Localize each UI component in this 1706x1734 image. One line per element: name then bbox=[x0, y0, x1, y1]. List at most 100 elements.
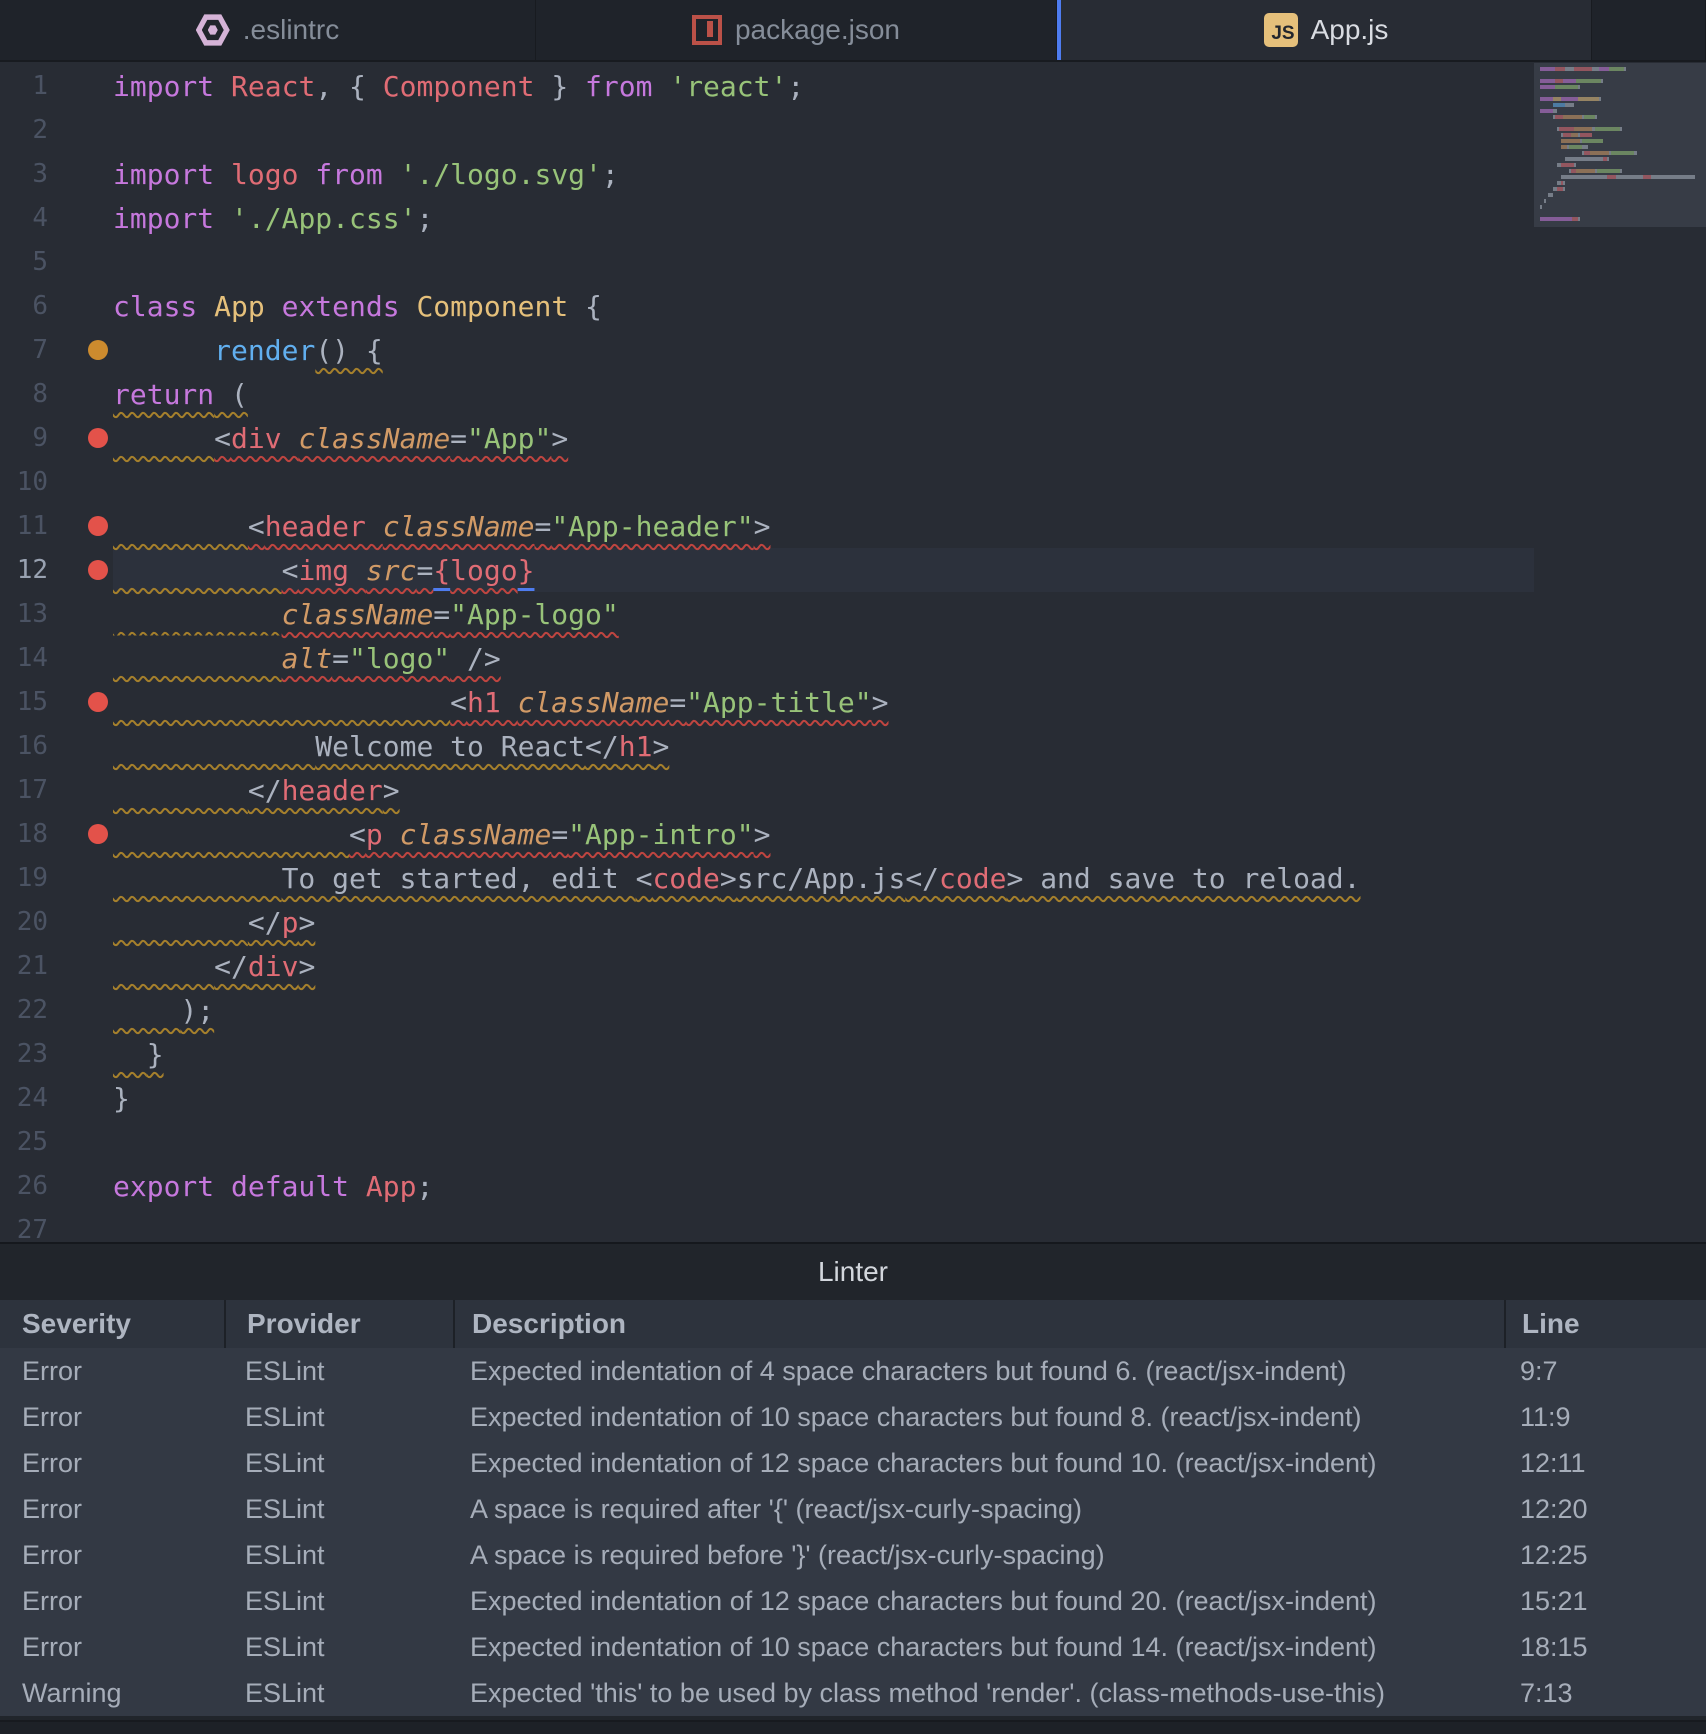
gutter-spacer bbox=[88, 164, 108, 184]
code-line[interactable]: 19 To get started, edit < code > src/App.js… bbox=[0, 856, 1534, 900]
severity-cell: Warning bbox=[22, 1677, 122, 1708]
gutter-spacer bbox=[88, 76, 108, 96]
code-text: } bbox=[146, 1037, 164, 1071]
provider-cell: ESLint bbox=[245, 1631, 325, 1662]
code-line[interactable]: 15 < h1 className = "App-title" > bbox=[0, 680, 1534, 724]
line-number: 22 bbox=[16, 995, 48, 1025]
provider-cell: ESLint bbox=[245, 1493, 325, 1524]
code-line[interactable]: 24} bbox=[0, 1076, 1534, 1120]
tab-label: .eslintrc bbox=[242, 14, 340, 45]
severity-cell: Error bbox=[22, 1493, 82, 1524]
linter-row[interactable]: Warning ESLint Expected 'this' to be used … bbox=[0, 1670, 1706, 1716]
severity-cell: Error bbox=[22, 1355, 82, 1386]
code-line[interactable]: 26 export default App; bbox=[0, 1164, 1534, 1208]
linter-row[interactable]: Error ESLint Expected indentation of 12 sp… bbox=[0, 1440, 1706, 1486]
line-number: 6 bbox=[32, 291, 48, 321]
code-line[interactable]: 27 bbox=[0, 1208, 1534, 1242]
minimap-line bbox=[1540, 222, 1695, 228]
minimap[interactable] bbox=[1534, 62, 1706, 1242]
code-line[interactable]: 17 </header > bbox=[0, 768, 1534, 812]
tab-label: package.json bbox=[734, 14, 900, 45]
tab-package-json[interactable]: package.json bbox=[536, 0, 1057, 60]
code-text: </div > bbox=[214, 949, 316, 983]
column-header-severity[interactable]: Severity bbox=[0, 1300, 224, 1348]
tab-bar: .eslintrc package.json JS App.js bbox=[0, 0, 1706, 62]
linter-row[interactable]: Error ESLint Expected indentation of 10 sp… bbox=[0, 1394, 1706, 1440]
code-line[interactable]: 20 </p > bbox=[0, 900, 1534, 944]
line-number: 11 bbox=[16, 511, 48, 541]
provider-cell: ESLint bbox=[245, 1355, 325, 1386]
linter-row[interactable]: Error ESLint Expected indentation of 4 spa… bbox=[0, 1348, 1706, 1394]
code-line[interactable]: 4 import './App.css'; bbox=[0, 196, 1534, 240]
column-header-provider[interactable]: Provider bbox=[224, 1300, 453, 1348]
severity-cell: Error bbox=[22, 1539, 82, 1570]
gutter-spacer bbox=[88, 1044, 108, 1064]
code-text: import logo from './logo.svg'; bbox=[113, 157, 619, 191]
provider-cell: ESLint bbox=[245, 1401, 325, 1432]
code-text: < p className = "App-intro" > bbox=[349, 817, 771, 851]
linter-row[interactable]: Error ESLint Expected indentation of 10 sp… bbox=[0, 1624, 1706, 1670]
gutter-spacer bbox=[88, 384, 108, 404]
code-text: return ( bbox=[113, 377, 248, 411]
code-line[interactable]: 5 bbox=[0, 240, 1534, 284]
code-line[interactable]: 2 bbox=[0, 108, 1534, 152]
code-line[interactable]: 21 </div > bbox=[0, 944, 1534, 988]
code-line[interactable]: 25 bbox=[0, 1120, 1534, 1164]
error-dot-icon bbox=[88, 428, 108, 448]
line-number: 17 bbox=[16, 775, 48, 805]
line-number: 5 bbox=[32, 247, 48, 277]
linter-row[interactable]: Error ESLint Expected indentation of 12 sp… bbox=[0, 1578, 1706, 1624]
code-line[interactable]: 9 < div className = "App" > bbox=[0, 416, 1534, 460]
provider-cell: ESLint bbox=[245, 1677, 325, 1708]
code-line[interactable]: 13 className = "App-logo" bbox=[0, 592, 1534, 636]
code-line[interactable]: 7 render() { bbox=[0, 328, 1534, 372]
linter-table-header: Severity Provider Description Line bbox=[0, 1300, 1706, 1348]
tab-eslintrc[interactable]: .eslintrc bbox=[0, 0, 536, 60]
gutter-spacer bbox=[88, 208, 108, 228]
code-line[interactable]: 14 alt = "logo" /> bbox=[0, 636, 1534, 680]
linter-row[interactable]: Error ESLint A space is required before '}… bbox=[0, 1532, 1706, 1578]
code-editor[interactable]: 1 import React, { Component } from 'react… bbox=[0, 62, 1706, 1242]
code-line[interactable]: 23 } bbox=[0, 1032, 1534, 1076]
code-line[interactable]: 22 ); bbox=[0, 988, 1534, 1032]
line-cell: 12:25 bbox=[1520, 1539, 1588, 1570]
tab-app-js[interactable]: JS App.js bbox=[1057, 0, 1592, 60]
line-number: 3 bbox=[32, 159, 48, 189]
gutter-spacer bbox=[88, 912, 108, 932]
error-dot-icon bbox=[88, 560, 108, 580]
gutter-spacer bbox=[88, 120, 108, 140]
code-line[interactable]: 1 import React, { Component } from 'react… bbox=[0, 64, 1534, 108]
description-cell: A space is required before '}' (react/js… bbox=[470, 1539, 1105, 1570]
code-line[interactable]: 10 bbox=[0, 460, 1534, 504]
code-line[interactable]: 6 class App extends Component { bbox=[0, 284, 1534, 328]
description-cell: Expected indentation of 10 space charact… bbox=[470, 1401, 1362, 1432]
description-cell: Expected indentation of 12 space charact… bbox=[470, 1585, 1377, 1616]
line-cell: 12:20 bbox=[1520, 1493, 1588, 1524]
code-text: To get started, edit < code > src/App.js </c… bbox=[281, 861, 1361, 895]
linter-row[interactable]: Error ESLint A space is required after '{'… bbox=[0, 1486, 1706, 1532]
code-lines: 1 import React, { Component } from 'react… bbox=[0, 64, 1534, 1242]
eslint-icon bbox=[195, 13, 230, 47]
code-line[interactable]: 3 import logo from './logo.svg'; bbox=[0, 152, 1534, 196]
code-text: < header className = "App-header" > bbox=[247, 509, 771, 543]
npm-icon bbox=[691, 15, 722, 45]
code-line[interactable]: 11 < header className = "App-header" > bbox=[0, 504, 1534, 548]
error-dot-icon bbox=[88, 824, 108, 844]
code-text: < img src ={logo} bbox=[281, 553, 535, 587]
severity-cell: Error bbox=[22, 1401, 82, 1432]
code-text: } bbox=[113, 1081, 130, 1115]
column-header-line[interactable]: Line bbox=[1504, 1300, 1706, 1348]
code-line[interactable]: 8 return ( bbox=[0, 372, 1534, 416]
code-line[interactable]: 16 Welcome to React </h1 > bbox=[0, 724, 1534, 768]
description-cell: Expected 'this' to be used by class meth… bbox=[470, 1677, 1386, 1708]
gutter-spacer bbox=[88, 780, 108, 800]
code-text: < div className = "App" > bbox=[214, 421, 569, 455]
code-text: class App extends Component { bbox=[113, 289, 602, 323]
code-text: ); bbox=[180, 993, 215, 1027]
line-number: 10 bbox=[16, 467, 48, 497]
code-line[interactable]: 18 < p className = "App-intro" > bbox=[0, 812, 1534, 856]
code-line[interactable]: 12 < img src ={logo} bbox=[0, 548, 1534, 592]
column-header-description[interactable]: Description bbox=[453, 1300, 1504, 1348]
line-number: 12 bbox=[16, 555, 48, 585]
line-cell: 12:11 bbox=[1520, 1447, 1586, 1478]
